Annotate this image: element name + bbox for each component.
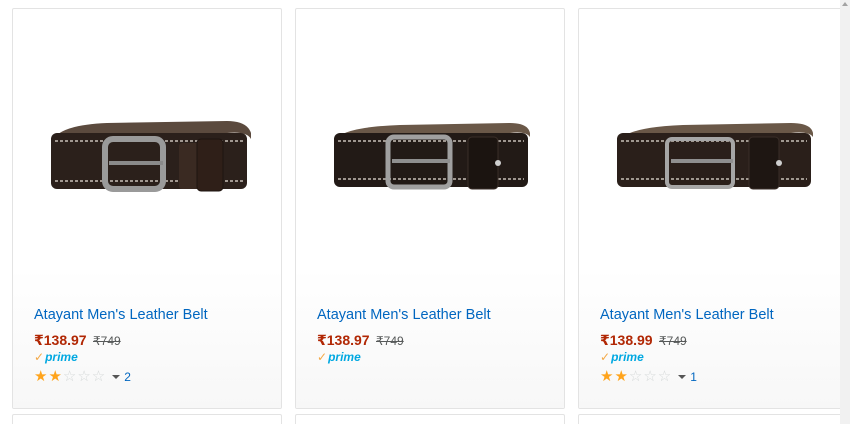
prime-badge: ✓prime	[317, 350, 361, 364]
prime-label: prime	[45, 350, 78, 364]
star-icon: ★★	[600, 368, 629, 385]
check-icon: ✓	[317, 350, 328, 364]
price[interactable]: ₹138.99	[600, 332, 653, 348]
list-price: ₹749	[376, 334, 404, 348]
chevron-down-icon[interactable]	[112, 375, 121, 379]
review-count-link[interactable]: 1	[690, 370, 697, 384]
product-card[interactable]: Atayant Men's Leather Belt ₹138.99 ₹749 …	[578, 8, 848, 409]
product-card[interactable]	[578, 414, 848, 424]
chevron-down-icon[interactable]	[678, 375, 687, 379]
product-card[interactable]	[295, 414, 565, 424]
price[interactable]: ₹138.97	[317, 332, 370, 348]
product-card[interactable]: Atayant Men's Leather Belt ₹138.97 ₹749 …	[295, 8, 565, 409]
price-row: ₹138.97 ₹749	[34, 332, 121, 350]
star-icon: ★★	[34, 368, 63, 385]
price[interactable]: ₹138.97	[34, 332, 87, 348]
belt-icon	[334, 123, 530, 190]
prime-label: prime	[328, 350, 361, 364]
product-title-link[interactable]: Atayant Men's Leather Belt	[600, 307, 774, 323]
review-count-link[interactable]: 2	[124, 370, 131, 384]
list-price: ₹749	[93, 334, 121, 348]
product-card[interactable]	[12, 414, 282, 424]
belt-icon	[51, 121, 251, 192]
product-image[interactable]	[296, 9, 566, 289]
rating-row: ★★☆☆☆ 2	[34, 369, 131, 385]
product-image[interactable]	[13, 9, 283, 289]
star-empty-icon: ☆☆☆	[628, 368, 673, 385]
scroll-up-icon[interactable]	[842, 2, 848, 6]
product-title-link[interactable]: Atayant Men's Leather Belt	[317, 307, 491, 323]
product-card[interactable]: Atayant Men's Leather Belt ₹138.97 ₹749 …	[12, 8, 282, 409]
vertical-scrollbar[interactable]	[840, 0, 850, 424]
product-title-link[interactable]: Atayant Men's Leather Belt	[34, 307, 208, 323]
star-rating[interactable]: ★★☆☆☆	[600, 369, 672, 385]
check-icon: ✓	[34, 350, 45, 364]
check-icon: ✓	[600, 350, 611, 364]
belt-icon	[617, 123, 813, 190]
price-row: ₹138.99 ₹749	[600, 332, 687, 350]
rating-row: ★★☆☆☆ 1	[600, 369, 697, 385]
star-empty-icon: ☆☆☆	[62, 368, 107, 385]
price-row: ₹138.97 ₹749	[317, 332, 404, 350]
star-rating[interactable]: ★★☆☆☆	[34, 369, 106, 385]
product-image[interactable]	[579, 9, 849, 289]
prime-badge: ✓prime	[34, 350, 78, 364]
prime-badge: ✓prime	[600, 350, 644, 364]
prime-label: prime	[611, 350, 644, 364]
list-price: ₹749	[659, 334, 687, 348]
